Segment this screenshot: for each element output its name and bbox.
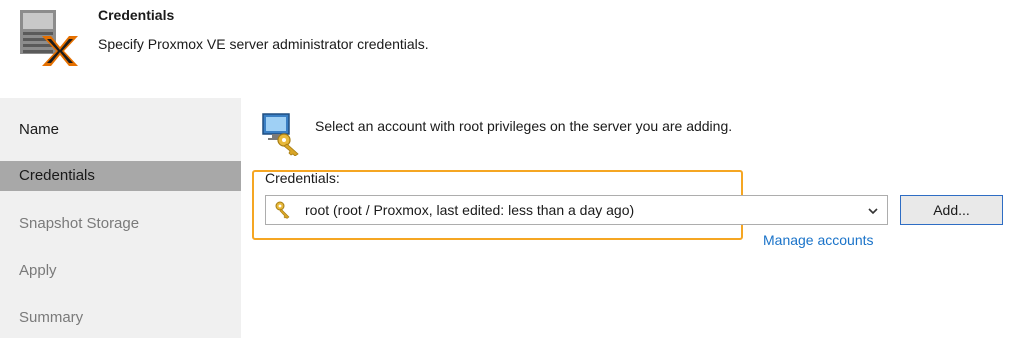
credentials-value: root (root / Proxmox, last edited: less … bbox=[305, 202, 635, 218]
chevron-down-icon[interactable] bbox=[867, 204, 879, 216]
wizard-header: Credentials Specify Proxmox VE server ad… bbox=[0, 0, 1024, 98]
info-text: Select an account with root privileges o… bbox=[315, 118, 733, 134]
key-icon bbox=[274, 201, 292, 219]
sidebar-item-snapshot-storage[interactable]: Snapshot Storage bbox=[0, 209, 241, 239]
sidebar-item-credentials[interactable]: Credentials bbox=[0, 161, 241, 191]
credentials-select[interactable]: root (root / Proxmox, last edited: less … bbox=[265, 195, 888, 225]
sidebar-item-summary[interactable]: Summary bbox=[0, 303, 241, 333]
manage-accounts-link[interactable]: Manage accounts bbox=[763, 232, 874, 248]
credentials-label: Credentials: bbox=[265, 170, 340, 186]
page-subtitle: Specify Proxmox VE server administrator … bbox=[98, 36, 429, 52]
sidebar-item-name[interactable]: Name bbox=[0, 115, 241, 145]
page-title: Credentials bbox=[98, 7, 175, 23]
wizard-steps-sidebar: Name Credentials Snapshot Storage Apply … bbox=[0, 98, 241, 338]
main-panel: Select an account with root privileges o… bbox=[241, 98, 1024, 338]
sidebar-item-apply[interactable]: Apply bbox=[0, 256, 241, 286]
computer-key-icon bbox=[262, 112, 302, 157]
proxmox-server-icon bbox=[18, 6, 78, 66]
add-button[interactable]: Add... bbox=[900, 195, 1003, 225]
